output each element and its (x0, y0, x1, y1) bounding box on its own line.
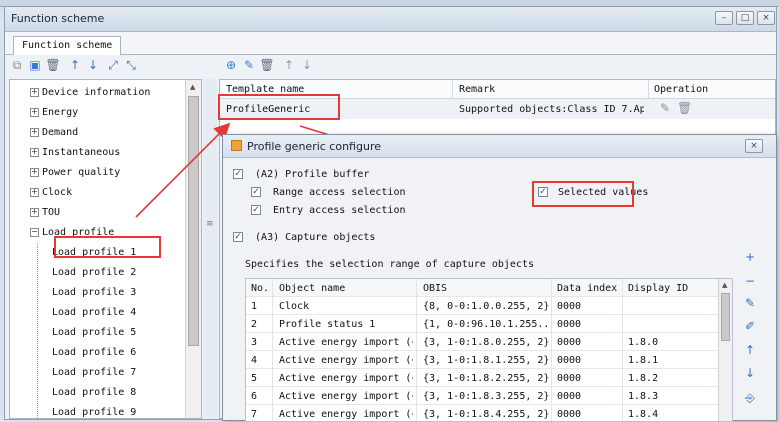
column-divider (551, 279, 552, 421)
cell-obis: {8, 0-0:1.0.0.255, 2} (423, 301, 549, 312)
column-divider (622, 279, 623, 421)
header-no: No. (251, 283, 270, 294)
cell-object-name: Active energy import (+A) ... (279, 373, 413, 384)
cell-display-id: 1.8.3 (628, 391, 659, 402)
dialog-app-icon (231, 140, 242, 151)
range-description: Specifies the selection range of capture… (245, 259, 534, 270)
grid-row[interactable]: 5 Active energy import (+A) ... {3, 1-0:1.… (246, 369, 732, 387)
cell-data-index: 0000 (557, 301, 582, 312)
cell-no: 2 (251, 319, 258, 330)
entry-access-option[interactable]: ✓ Entry access selection (251, 205, 405, 216)
cell-no: 6 (251, 391, 258, 402)
grid-row[interactable]: 3 Active energy import (+A) {3, 1-0:1.8.0.… (246, 333, 732, 351)
add-row-icon[interactable]: + (742, 249, 758, 265)
cell-display-id: 1.8.0 (628, 337, 659, 348)
column-divider (272, 279, 273, 421)
remove-row-icon[interactable]: − (742, 273, 758, 289)
grid-header: No. Object name OBIS Data index Display … (246, 279, 732, 297)
cell-object-name: Active energy import (+A) ... (279, 355, 413, 366)
checkbox-checked[interactable]: ✓ (251, 187, 261, 197)
cell-no: 7 (251, 409, 258, 420)
grid-row[interactable]: 4 Active energy import (+A) ... {3, 1-0:1.… (246, 351, 732, 369)
cell-obis: {3, 1-0:1.8.1.255, 2} (423, 355, 549, 366)
column-divider (416, 279, 417, 421)
dialog-close-button[interactable]: × (745, 139, 763, 153)
cell-obis: {1, 0-0:96.10.1.255... (423, 319, 549, 330)
grid-row[interactable]: 6 Active energy import (+A) ... {3, 1-0:1.… (246, 387, 732, 405)
arrow-to-template (135, 122, 231, 218)
cell-no: 5 (251, 373, 258, 384)
cell-obis: {3, 1-0:1.8.2.255, 2} (423, 373, 549, 384)
capture-objects-grid: No. Object name OBIS Data index Display … (245, 278, 733, 422)
cell-object-name: Profile status 1 (279, 319, 376, 330)
grid-row[interactable]: 2 Profile status 1 {1, 0-0:96.10.1.255... 0… (246, 315, 732, 333)
header-display-id: Display ID (628, 283, 689, 294)
highlight-selected-values (532, 181, 634, 207)
profile-buffer-option[interactable]: ✓ (A2) Profile buffer (233, 169, 369, 180)
cell-object-name: Active energy import (+A) ... (279, 409, 413, 420)
cell-obis: {3, 1-0:1.8.4.255, 2} (423, 409, 549, 420)
row-up-icon[interactable]: ↑ (742, 342, 758, 358)
checkbox-checked[interactable]: ✓ (233, 169, 243, 179)
checkbox-checked[interactable]: ✓ (233, 232, 243, 242)
cell-data-index: 0000 (557, 337, 582, 348)
cell-data-index: 0000 (557, 319, 582, 330)
capture-objects-option[interactable]: ✓ (A3) Capture objects (233, 232, 375, 243)
cell-data-index: 0000 (557, 409, 582, 420)
cell-display-id: 1.8.1 (628, 355, 659, 366)
edit-row-icon[interactable]: ✎ (742, 295, 758, 311)
cell-object-name: Active energy import (+A) ... (279, 391, 413, 402)
cell-obis: {3, 1-0:1.8.0.255, 2} (423, 337, 549, 348)
cell-no: 4 (251, 355, 258, 366)
checkbox-checked[interactable]: ✓ (251, 205, 261, 215)
header-obis: OBIS (423, 283, 448, 294)
cell-object-name: Clock (279, 301, 310, 312)
import-row-icon[interactable]: ⎆ (742, 390, 758, 406)
clear-row-icon[interactable]: ✐ (742, 318, 758, 334)
cell-obis: {3, 1-0:1.8.3.255, 2} (423, 391, 549, 402)
cell-object-name: Active energy import (+A) (279, 337, 413, 348)
cell-data-index: 0000 (557, 373, 582, 384)
cell-no: 3 (251, 337, 258, 348)
cell-display-id: 1.8.4 (628, 409, 659, 420)
grid-row[interactable]: 1 Clock {8, 0-0:1.0.0.255, 2} 0000 (246, 297, 732, 315)
cell-display-id: 1.8.2 (628, 373, 659, 384)
cell-no: 1 (251, 301, 258, 312)
row-down-icon[interactable]: ↓ (742, 365, 758, 381)
grid-scrollbar-thumb[interactable] (721, 293, 730, 341)
header-object-name: Object name (279, 283, 346, 294)
grid-scrollbar[interactable]: ▲ (718, 279, 732, 421)
cell-data-index: 0000 (557, 355, 582, 366)
dialog-title: Profile generic configure (247, 140, 381, 153)
scroll-up-arrow-icon[interactable]: ▲ (722, 281, 727, 289)
range-access-option[interactable]: ✓ Range access selection (251, 187, 405, 198)
header-data-index: Data index (557, 283, 618, 294)
profile-generic-dialog: Profile generic configure × ✓ (A2) Profi… (222, 134, 777, 422)
dialog-titlebar: Profile generic configure × (223, 135, 776, 158)
grid-row[interactable]: 7 Active energy import (+A) ... {3, 1-0:1.… (246, 405, 732, 421)
cell-data-index: 0000 (557, 391, 582, 402)
